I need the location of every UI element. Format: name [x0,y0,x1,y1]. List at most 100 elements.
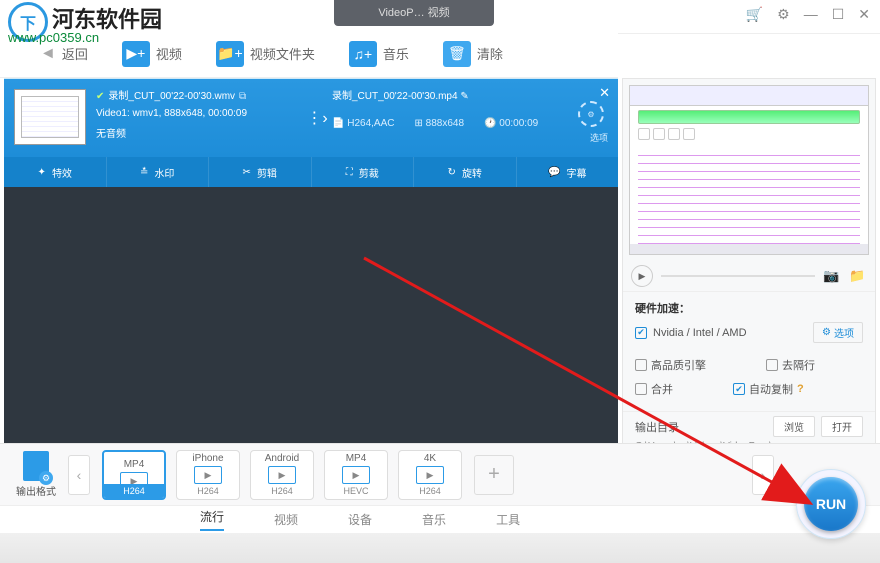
format-top: 4K [424,453,436,464]
settings-icon[interactable]: ⚙ [777,6,790,23]
source-info: ✔ 录制_CUT_00'22-00'30.wmv ⧉ Video1: wmv1, 8… [96,79,302,157]
format-label: ⚙ 输出格式 [16,451,56,498]
minimize-icon[interactable]: — [804,6,818,23]
format-bot: H264 [419,486,441,496]
format-bot: H264 [271,486,293,496]
hq-engine-checkbox[interactable]: 高品质引擎 [635,357,706,373]
format-gear-icon: ⚙ [39,471,53,485]
merge-checkbox[interactable]: 合并 [635,381,673,397]
hw-options-button[interactable]: ⚙选项 [813,322,863,343]
media-list: ✔ 录制_CUT_00'22-00'30.wmv ⧉ Video1: wmv1, 8… [4,78,618,464]
target-duration: 🕐 00:00:09 [484,118,538,129]
source-details: Video1: wmv1, 888x648, 00:00:09 [96,108,302,119]
hw-title: 硬件加速： [635,300,863,316]
open-button[interactable]: 打开 [821,416,863,437]
source-filename: 录制_CUT_00'22-00'30.wmv [108,91,235,102]
item-tool-row: ✦特效 ≛水印 ✂剪辑 ⛶剪裁 ↻旋转 💬字幕 [4,157,618,187]
remove-item-icon[interactable]: ✕ [599,85,610,101]
format-card-3[interactable]: MP4▶HEVC [324,450,388,500]
music-icon: ♫+ [349,41,377,67]
subtitle-icon: 💬 [548,167,560,178]
effect-button[interactable]: ✦特效 [4,157,107,187]
snapshot-icon[interactable]: 📷 [823,268,841,284]
run-button[interactable]: RUN [796,469,866,539]
output-title: 输出目录 [635,419,679,435]
copy-icon[interactable]: ⧉ [239,91,246,102]
target-codec: 📄 H264,AAC [332,118,394,129]
autocopy-checkbox[interactable]: ✔自动复制? [733,381,804,397]
format-card-2[interactable]: Android▶H264 [250,450,314,500]
hw-checkbox[interactable]: ✔ [635,327,647,339]
tab-music[interactable]: 音乐 [422,511,446,528]
thumbnail [14,89,86,145]
add-folder-button[interactable]: 📁+ 视频文件夹 [216,41,315,67]
add-music-label: 音乐 [383,44,409,63]
clear-label: 清除 [477,44,503,63]
add-folder-label: 视频文件夹 [250,44,315,63]
edit-icon[interactable]: ✎ [460,91,468,102]
trash-icon: 🗑 [443,41,471,67]
hw-vendor-label: Nvidia / Intel / AMD [653,327,747,339]
format-top: MP4 [346,453,367,464]
format-mid-icon: ▶ [416,466,444,484]
clear-button[interactable]: 🗑 清除 [443,41,503,67]
crop-button[interactable]: ⛶剪裁 [312,157,415,187]
tab-device[interactable]: 设备 [348,511,372,528]
convert-arrow-icon: ⋮› [302,79,332,157]
right-panel: ▶ 📷 📁 硬件加速： ✔ Nvidia / Intel / AMD ⚙选项 高… [622,78,876,463]
cut-button[interactable]: ✂剪辑 [209,157,312,187]
hardware-accel-section: 硬件加速： ✔ Nvidia / Intel / AMD ⚙选项 [623,291,875,351]
codec-option-icon[interactable]: ⚙ [578,101,604,127]
options-grid: 高品质引擎 去隔行 合并 ✔自动复制? [623,351,875,411]
cart-icon[interactable]: 🛒 [746,6,763,23]
maximize-icon[interactable]: ☐ [832,6,845,23]
stamp-icon: ≛ [140,167,148,178]
category-tabs: 流行 视频 设备 音乐 工具 [0,505,880,533]
progress-bar[interactable] [661,275,815,277]
check-icon: ✔ [96,91,104,102]
target-resolution: ⊞ 888x648 [414,118,464,129]
tab-popular[interactable]: 流行 [200,508,224,531]
rotate-icon: ↻ [448,167,456,178]
target-filename: 录制_CUT_00'22-00'30.mp4 [332,91,458,102]
subtitle-button[interactable]: 💬字幕 [517,157,619,187]
format-card-0[interactable]: MP4▶H264 [102,450,166,500]
scissors-icon: ✂ [243,167,251,178]
format-card-4[interactable]: 4K ▶ H264 [398,450,462,500]
footer-bar [0,533,880,563]
folder-open-icon[interactable]: 📁 [849,268,867,284]
rotate-button[interactable]: ↻旋转 [414,157,517,187]
format-doc-icon: ⚙ [23,451,49,481]
deinterlace-checkbox[interactable]: 去隔行 [766,357,815,373]
help-icon[interactable]: ? [797,383,804,395]
sparkle-icon: ✦ [38,167,46,178]
app-title: VideoP… 视频 [334,0,494,26]
play-button[interactable]: ▶ [631,265,653,287]
format-top: iPhone [192,453,223,464]
format-next-button[interactable]: › [752,455,774,495]
watermark-url: www.pc0359.cn [8,30,99,45]
gear-icon: ⚙ [822,327,831,338]
format-bot: H264 [104,484,164,498]
format-prev-button[interactable]: ‹ [68,455,90,495]
format-card-1[interactable]: iPhone▶H264 [176,450,240,500]
run-label: RUN [804,477,858,531]
site-watermark: 下 河东软件园 www.pc0359.cn [0,0,200,50]
add-music-button[interactable]: ♫+ 音乐 [349,41,409,67]
folder-icon: 📁+ [216,41,244,67]
format-bot: H264 [197,486,219,496]
tab-tool[interactable]: 工具 [496,511,520,528]
tab-video[interactable]: 视频 [274,511,298,528]
format-top: Android [265,453,299,464]
format-strip: ⚙ 输出格式 ‹ MP4▶H264iPhone▶H264Android▶H264… [0,443,880,505]
browse-button[interactable]: 浏览 [773,416,815,437]
crop-icon: ⛶ [346,167,353,178]
preview-controls: ▶ 📷 📁 [623,261,875,291]
target-info: 录制_CUT_00'22-00'30.mp4 ✎ 📄 H264,AAC ⊞ 88… [332,79,618,157]
media-item[interactable]: ✔ 录制_CUT_00'22-00'30.wmv ⧉ Video1: wmv1, 8… [4,79,618,157]
preview-window [629,85,869,255]
format-bot: HEVC [343,486,368,496]
watermark-button[interactable]: ≛水印 [107,157,210,187]
close-icon[interactable]: ✕ [858,6,870,23]
add-format-button[interactable]: + [474,455,514,495]
